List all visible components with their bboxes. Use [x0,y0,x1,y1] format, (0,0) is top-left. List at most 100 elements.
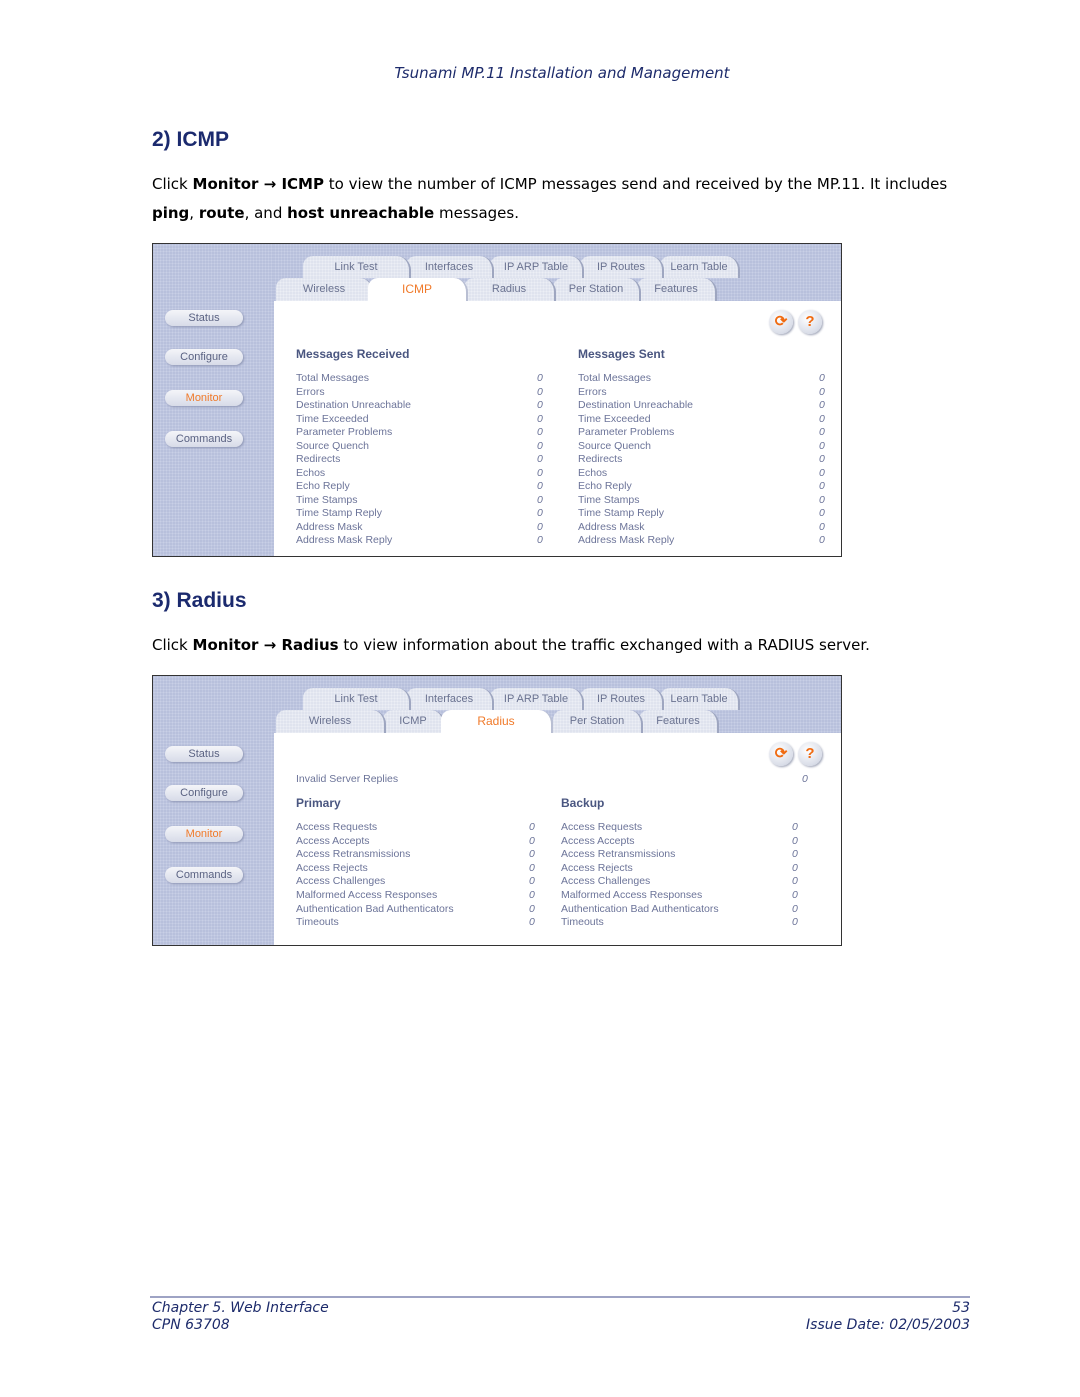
stat-row: Time Stamp Reply 0 [578,507,831,521]
stat-label: Source Quench [578,439,651,452]
tab-learn-table[interactable]: Learn Table [660,256,740,278]
primary-title: Primary [296,796,341,810]
nav-button-status[interactable]: Status [165,310,243,326]
radius-description: Click Monitor → Radius to view informati… [152,631,952,660]
stat-label: Access Challenges [296,875,386,888]
nav-button-status[interactable]: Status [165,746,243,762]
stat-label: Destination Unreachable [296,399,411,411]
stat-value: 0 [819,493,825,506]
tab-wireless[interactable]: Wireless [276,278,374,301]
stat-row: Time Stamps 0 [296,494,549,508]
stat-value: 0 [537,426,543,438]
stat-label: Redirects [296,453,341,465]
tab-wireless[interactable]: Wireless [276,710,386,733]
stat-value: 0 [537,439,543,452]
stat-label: Access Retransmissions [296,848,411,861]
stat-row: Timeouts 0 [296,916,541,930]
stat-row: Access Accepts 0 [561,835,804,849]
tab-interfaces[interactable]: Interfaces [406,256,494,278]
stat-row: Access Rejects 0 [561,862,804,876]
help-icon[interactable]: ? [798,742,822,766]
stat-value: 0 [792,848,798,861]
stat-value: 0 [819,426,825,438]
text: Click [152,636,193,654]
stat-label: Timeouts [561,916,604,929]
stat-label: Malformed Access Responses [296,889,438,901]
bold-text: host unreachable [287,204,435,222]
stat-label: Destination Unreachable [578,399,693,411]
refresh-icon[interactable]: ⟳ [769,742,793,766]
tab-icmp[interactable]: ICMP [383,710,445,733]
nav-button-configure[interactable]: Configure [165,785,243,801]
stat-label: Access Challenges [561,875,651,888]
stat-label: Timeouts [296,916,339,929]
stat-label: Authentication Bad Authenticators [296,902,454,915]
stat-value: 0 [819,534,825,546]
stat-value: 0 [792,861,798,874]
stat-row: Echos 0 [578,467,831,481]
tab-icmp[interactable]: ICMP [368,278,468,301]
stat-value: 0 [819,453,825,465]
stat-row: Errors 0 [296,386,549,400]
stat-label: Echos [578,466,608,479]
bold-text: Monitor → Radius [192,636,339,654]
stat-row: Time Exceeded 0 [296,413,549,427]
stat-label: Malformed Access Responses [561,889,703,901]
nav-button-monitor[interactable]: Monitor [165,826,243,842]
stat-label: Access Requests [561,821,643,833]
stat-value: 0 [819,480,825,492]
nav-button-commands[interactable]: Commands [165,431,243,447]
stat-row: Access Challenges 0 [296,875,541,889]
tab-interfaces[interactable]: Interfaces [406,688,494,710]
tab-radius[interactable]: Radius [441,710,553,733]
stat-value: 0 [537,480,543,492]
stat-value: 0 [537,507,543,519]
stat-label: Authentication Bad Authenticators [561,902,719,915]
stat-value: 0 [529,916,535,929]
help-icon[interactable]: ? [798,310,822,334]
bold-text: ping [152,204,190,222]
stat-row: Parameter Problems 0 [296,426,549,440]
stat-value: 0 [819,412,825,425]
stat-value: 0 [792,821,798,833]
messages-received-title: Messages Received [296,347,410,361]
stat-value: 0 [819,385,825,398]
refresh-icon[interactable]: ⟳ [769,310,793,334]
text: Click [152,175,193,193]
section-heading-radius: 3) Radius [152,589,247,612]
backup-title: Backup [561,796,605,810]
stat-value: 0 [792,902,798,915]
tab-ip-routes[interactable]: IP Routes [580,256,664,278]
stat-row: Time Stamps 0 [578,494,831,508]
stat-label: Access Accepts [561,834,635,847]
tab-ip-arp-table[interactable]: IP ARP Table [490,256,584,278]
tab-link-test[interactable]: Link Test [303,688,411,710]
stat-row: Errors 0 [578,386,831,400]
stat-row: Echo Reply 0 [578,480,831,494]
stat-row: Echo Reply 0 [296,480,549,494]
stat-label: Total Messages [296,372,369,384]
nav-button-monitor[interactable]: Monitor [165,390,243,406]
stat-value: 0 [537,399,543,411]
tab-link-test[interactable]: Link Test [303,256,411,278]
tab-per-station[interactable]: Per Station [553,278,641,301]
stat-value: 0 [819,372,825,384]
stat-value: 0 [529,875,535,888]
stat-label: Parameter Problems [578,426,675,438]
stat-row: Echos 0 [296,467,549,481]
tab-ip-arp-table[interactable]: IP ARP Table [490,688,584,710]
tab-learn-table[interactable]: Learn Table [660,688,740,710]
stat-label: Time Stamps [296,493,358,506]
nav-button-commands[interactable]: Commands [165,867,243,883]
stat-row: Authentication Bad Authenticators 0 [561,903,804,917]
tab-features[interactable]: Features [639,710,719,733]
bold-text: route [198,204,245,222]
tab-per-station[interactable]: Per Station [553,710,643,733]
tab-radius[interactable]: Radius [464,278,556,301]
nav-button-configure[interactable]: Configure [165,349,243,365]
radius-screenshot: Status Configure Monitor Commands Link Test I… [152,675,842,946]
stat-value: 0 [537,412,543,425]
tab-ip-routes[interactable]: IP Routes [580,688,664,710]
stat-label: Time Stamps [578,493,640,506]
tab-features[interactable]: Features [637,278,717,301]
